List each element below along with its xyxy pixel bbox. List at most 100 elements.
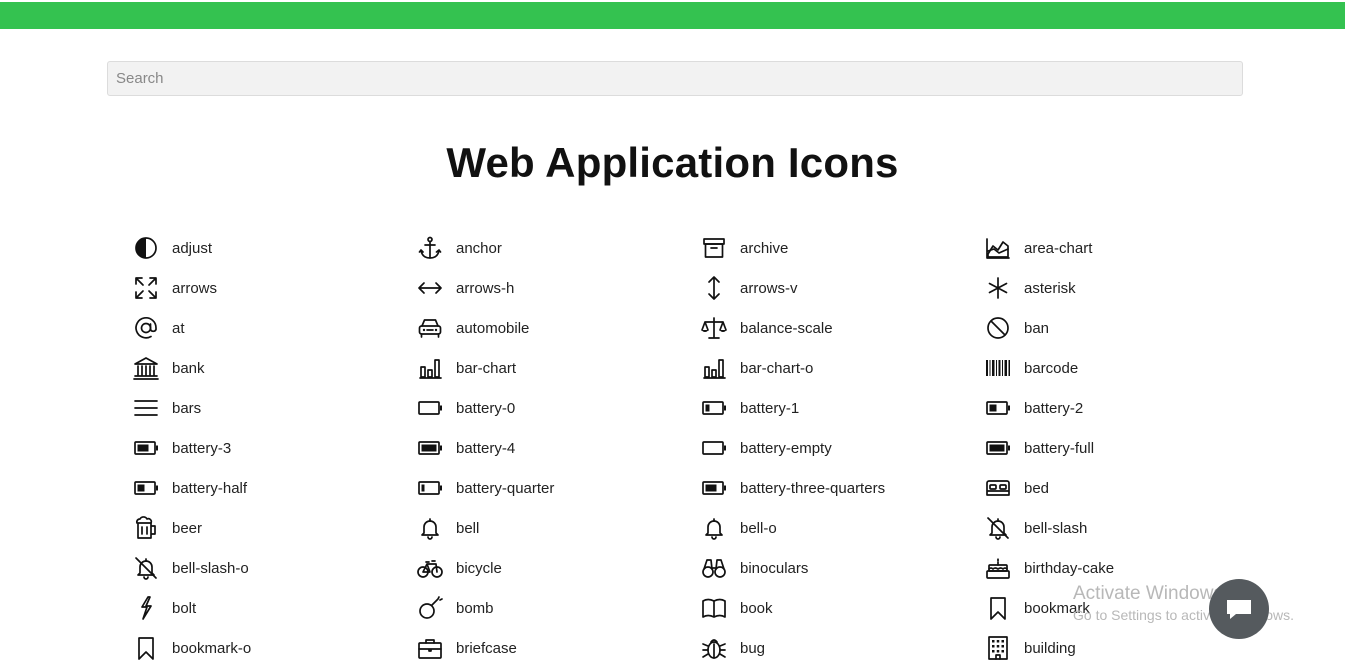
page-title: Web Application Icons [446, 139, 899, 186]
icon-item-bank[interactable]: bank [132, 348, 416, 388]
icon-label: bar-chart [456, 359, 517, 377]
icon-item-battery-quarter[interactable]: battery-quarter [416, 468, 700, 508]
icon-label: bomb [456, 599, 494, 617]
chat-button[interactable] [1209, 579, 1269, 639]
bars-icon [132, 394, 160, 422]
icon-item-ban[interactable]: ban [984, 308, 1268, 348]
icon-label: ban [1024, 319, 1050, 337]
icon-item-battery-full[interactable]: battery-full [984, 428, 1268, 468]
book-icon [700, 594, 728, 622]
at-icon [132, 314, 160, 342]
icon-item-bell-slash[interactable]: bell-slash [984, 508, 1268, 548]
bicycle-icon [416, 554, 444, 582]
icon-item-bell-o[interactable]: bell-o [700, 508, 984, 548]
icon-label: bed [1024, 479, 1050, 497]
bell-o-icon [700, 514, 728, 542]
icon-item-battery-0[interactable]: battery-0 [416, 388, 700, 428]
asterisk-icon [984, 274, 1012, 302]
icon-label: bank [172, 359, 205, 377]
icon-label: bell-slash [1024, 519, 1088, 537]
icon-item-arrows-v[interactable]: arrows-v [700, 268, 984, 308]
icon-label: battery-0 [456, 399, 516, 417]
icon-item-battery-empty[interactable]: battery-empty [700, 428, 984, 468]
arrows-h-icon [416, 274, 444, 302]
icon-item-arrows-h[interactable]: arrows-h [416, 268, 700, 308]
bar-chart-icon [416, 354, 444, 382]
icon-item-bell-slash-o[interactable]: bell-slash-o [132, 548, 416, 588]
icon-item-bell[interactable]: bell [416, 508, 700, 548]
bolt-icon [132, 594, 160, 622]
icon-label: battery-empty [740, 439, 832, 457]
icon-label: bookmark [1024, 599, 1090, 617]
icon-label: beer [172, 519, 203, 537]
icon-label: battery-3 [172, 439, 232, 457]
icon-item-bug[interactable]: bug [700, 628, 984, 668]
icon-label: bell-o [740, 519, 777, 537]
bank-icon [132, 354, 160, 382]
icon-item-bicycle[interactable]: bicycle [416, 548, 700, 588]
icon-item-beer[interactable]: beer [132, 508, 416, 548]
bell-slash-icon [984, 514, 1012, 542]
icon-item-binoculars[interactable]: binoculars [700, 548, 984, 588]
icon-label: bar-chart-o [740, 359, 814, 377]
icon-item-book[interactable]: book [700, 588, 984, 628]
battery-quarter-icon [416, 474, 444, 502]
archive-icon [700, 234, 728, 262]
icon-item-bed[interactable]: bed [984, 468, 1268, 508]
icon-label: arrows-v [740, 279, 798, 297]
icon-item-bomb[interactable]: bomb [416, 588, 700, 628]
icon-label: area-chart [1024, 239, 1093, 257]
battery-half-icon [132, 474, 160, 502]
battery-4-icon [416, 434, 444, 462]
icon-item-bolt[interactable]: bolt [132, 588, 416, 628]
icon-item-briefcase[interactable]: briefcase [416, 628, 700, 668]
icon-item-asterisk[interactable]: asterisk [984, 268, 1268, 308]
icon-label: battery-quarter [456, 479, 555, 497]
icon-item-bars[interactable]: bars [132, 388, 416, 428]
icon-label: battery-4 [456, 439, 516, 457]
adjust-icon [132, 234, 160, 262]
binoculars-icon [700, 554, 728, 582]
icon-item-battery-2[interactable]: battery-2 [984, 388, 1268, 428]
icon-item-bar-chart-o[interactable]: bar-chart-o [700, 348, 984, 388]
icon-item-battery-3[interactable]: battery-3 [132, 428, 416, 468]
icon-item-battery-half[interactable]: battery-half [132, 468, 416, 508]
icon-item-battery-1[interactable]: battery-1 [700, 388, 984, 428]
icon-item-area-chart[interactable]: area-chart [984, 228, 1268, 268]
automobile-icon [416, 314, 444, 342]
bookmark-icon [984, 594, 1012, 622]
icon-item-archive[interactable]: archive [700, 228, 984, 268]
icon-item-battery-three-quarters[interactable]: battery-three-quarters [700, 468, 984, 508]
icon-label: bars [172, 399, 202, 417]
icon-item-automobile[interactable]: automobile [416, 308, 700, 348]
top-bar [0, 2, 1345, 29]
area-chart-icon [984, 234, 1012, 262]
icon-label: archive [740, 239, 789, 257]
icon-item-anchor[interactable]: anchor [416, 228, 700, 268]
icon-label: battery-full [1024, 439, 1095, 457]
icon-label: battery-1 [740, 399, 800, 417]
search-input[interactable] [107, 61, 1243, 96]
icon-label: anchor [456, 239, 502, 257]
building-icon [984, 634, 1012, 662]
icon-item-battery-4[interactable]: battery-4 [416, 428, 700, 468]
bookmark-o-icon [132, 634, 160, 662]
icon-label: bicycle [456, 559, 502, 577]
icon-item-at[interactable]: at [132, 308, 416, 348]
icon-label: arrows-h [456, 279, 515, 297]
arrows-icon [132, 274, 160, 302]
icon-item-bar-chart[interactable]: bar-chart [416, 348, 700, 388]
balance-scale-icon [700, 314, 728, 342]
icon-item-balance-scale[interactable]: balance-scale [700, 308, 984, 348]
icon-label: bolt [172, 599, 197, 617]
icon-item-arrows[interactable]: arrows [132, 268, 416, 308]
icon-item-adjust[interactable]: adjust [132, 228, 416, 268]
chat-icon [1227, 600, 1251, 619]
icon-item-bookmark-o[interactable]: bookmark-o [132, 628, 416, 668]
icon-label: battery-half [172, 479, 248, 497]
icon-label: asterisk [1024, 279, 1076, 297]
icon-item-barcode[interactable]: barcode [984, 348, 1268, 388]
icon-label: arrows [172, 279, 218, 297]
bell-icon [416, 514, 444, 542]
icon-grid: adjust anchor archive area-chart arrows arrow… [132, 228, 1292, 668]
